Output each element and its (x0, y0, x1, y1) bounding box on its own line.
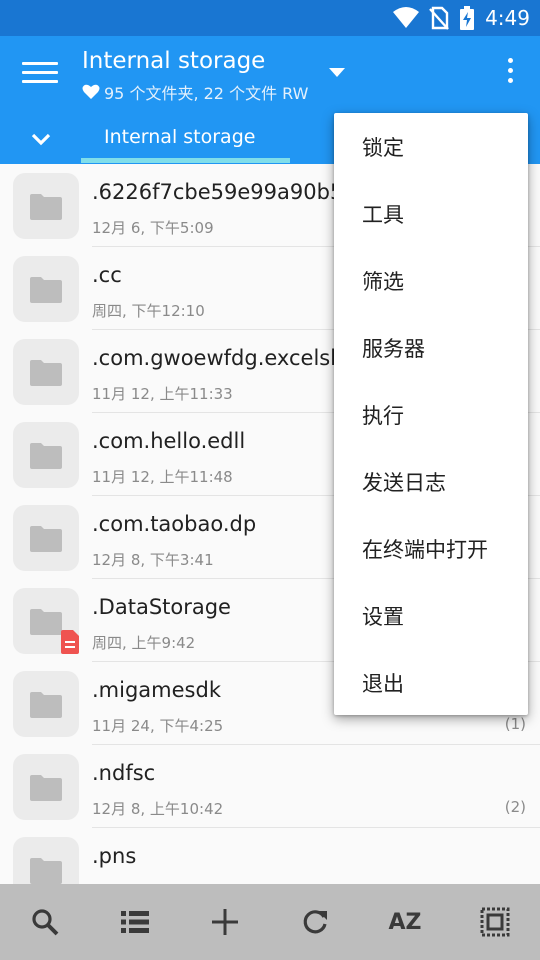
file-name: .migamesdk (92, 678, 221, 702)
tab-indicator (81, 158, 290, 163)
no-sim-icon (429, 6, 449, 30)
folder-icon (30, 858, 62, 884)
file-date: 11月 12, 上午11:48 (92, 468, 233, 486)
file-name: .com.taobao.dp (92, 512, 257, 536)
list-item[interactable]: .ndfsc 12月 8, 上午10:42 (2) (0, 745, 540, 828)
clock: 4:49 (485, 6, 530, 30)
page-title[interactable]: Internal storage (82, 48, 265, 74)
status-bar: 4:49 (0, 0, 540, 36)
menu-item-filter[interactable]: 筛选 (334, 247, 528, 314)
menu-item-tools[interactable]: 工具 (334, 180, 528, 247)
file-date: 12月 6, 下午5:09 (92, 219, 214, 237)
sort-icon: AZ (388, 909, 422, 935)
file-date: 11月 24, 下午4:25 (92, 717, 224, 735)
battery-charging-icon (460, 6, 475, 30)
search-icon (32, 909, 59, 936)
add-button[interactable] (180, 884, 270, 960)
folder-thumbnail (13, 754, 79, 820)
add-icon (212, 909, 238, 935)
menu-item-settings[interactable]: 设置 (334, 582, 528, 649)
folder-icon (30, 277, 62, 303)
view-mode-button[interactable] (90, 884, 180, 960)
file-name: .cc (92, 263, 122, 287)
list-item[interactable]: .pns (0, 828, 540, 884)
file-date: 12月 8, 下午3:41 (92, 551, 214, 569)
folder-thumbnail (13, 837, 79, 884)
menu-item-server[interactable]: 服务器 (334, 314, 528, 381)
folder-icon (30, 194, 62, 220)
menu-item-execute[interactable]: 执行 (334, 381, 528, 448)
folder-thumbnail (13, 505, 79, 571)
select-all-icon (480, 907, 510, 937)
menu-item-open-in-terminal[interactable]: 在终端中打开 (334, 515, 528, 582)
folder-thumbnail (13, 256, 79, 322)
overflow-menu: 锁定 工具 筛选 服务器 执行 发送日志 在终端中打开 设置 退出 (334, 113, 528, 715)
refresh-button[interactable] (270, 884, 360, 960)
heart-icon (82, 84, 100, 99)
menu-item-exit[interactable]: 退出 (334, 649, 528, 716)
folder-icon (30, 775, 62, 801)
folder-icon (30, 526, 62, 552)
select-all-button[interactable] (450, 884, 540, 960)
folder-thumbnail (13, 588, 79, 654)
wifi-icon (393, 7, 420, 28)
folder-thumbnail (13, 671, 79, 737)
search-button[interactable] (0, 884, 90, 960)
folder-thumbnail (13, 339, 79, 405)
file-name: .pns (92, 844, 137, 868)
more-vert-icon[interactable] (506, 58, 514, 88)
file-name: .DataStorage (92, 595, 231, 619)
folder-icon (30, 609, 62, 635)
file-date: 11月 12, 上午11:33 (92, 385, 233, 403)
file-name: .ndfsc (92, 761, 156, 785)
document-badge-icon (61, 630, 79, 654)
hamburger-menu-icon[interactable] (22, 62, 58, 88)
sort-button[interactable]: AZ (360, 884, 450, 960)
bottom-toolbar: AZ (0, 884, 540, 960)
folder-icon (30, 692, 62, 718)
folder-icon (30, 360, 62, 386)
item-count: (2) (504, 798, 526, 816)
file-name: .com.gwoewfdg.excelsh (92, 346, 344, 370)
refresh-icon (303, 910, 327, 934)
file-date: 周四, 上午9:42 (92, 634, 196, 652)
chevron-down-icon[interactable] (30, 128, 52, 150)
storage-summary: 95 个文件夹, 22 个文件 RW (82, 80, 308, 104)
file-name: .com.hello.edll (92, 429, 246, 453)
menu-item-lock[interactable]: 锁定 (334, 113, 528, 180)
file-name: .6226f7cbe59e99a90b5 (92, 180, 344, 204)
list-view-icon (121, 911, 149, 933)
storage-summary-text: 95 个文件夹, 22 个文件 RW (104, 84, 309, 103)
caret-down-icon[interactable] (329, 68, 345, 77)
file-date: 12月 8, 上午10:42 (92, 800, 224, 818)
file-date: 周四, 下午12:10 (92, 302, 205, 320)
item-count: (1) (504, 715, 526, 733)
folder-icon (30, 443, 62, 469)
menu-item-send-log[interactable]: 发送日志 (334, 448, 528, 515)
tab-internal-storage[interactable]: Internal storage (104, 126, 255, 148)
folder-thumbnail (13, 422, 79, 488)
folder-thumbnail (13, 173, 79, 239)
